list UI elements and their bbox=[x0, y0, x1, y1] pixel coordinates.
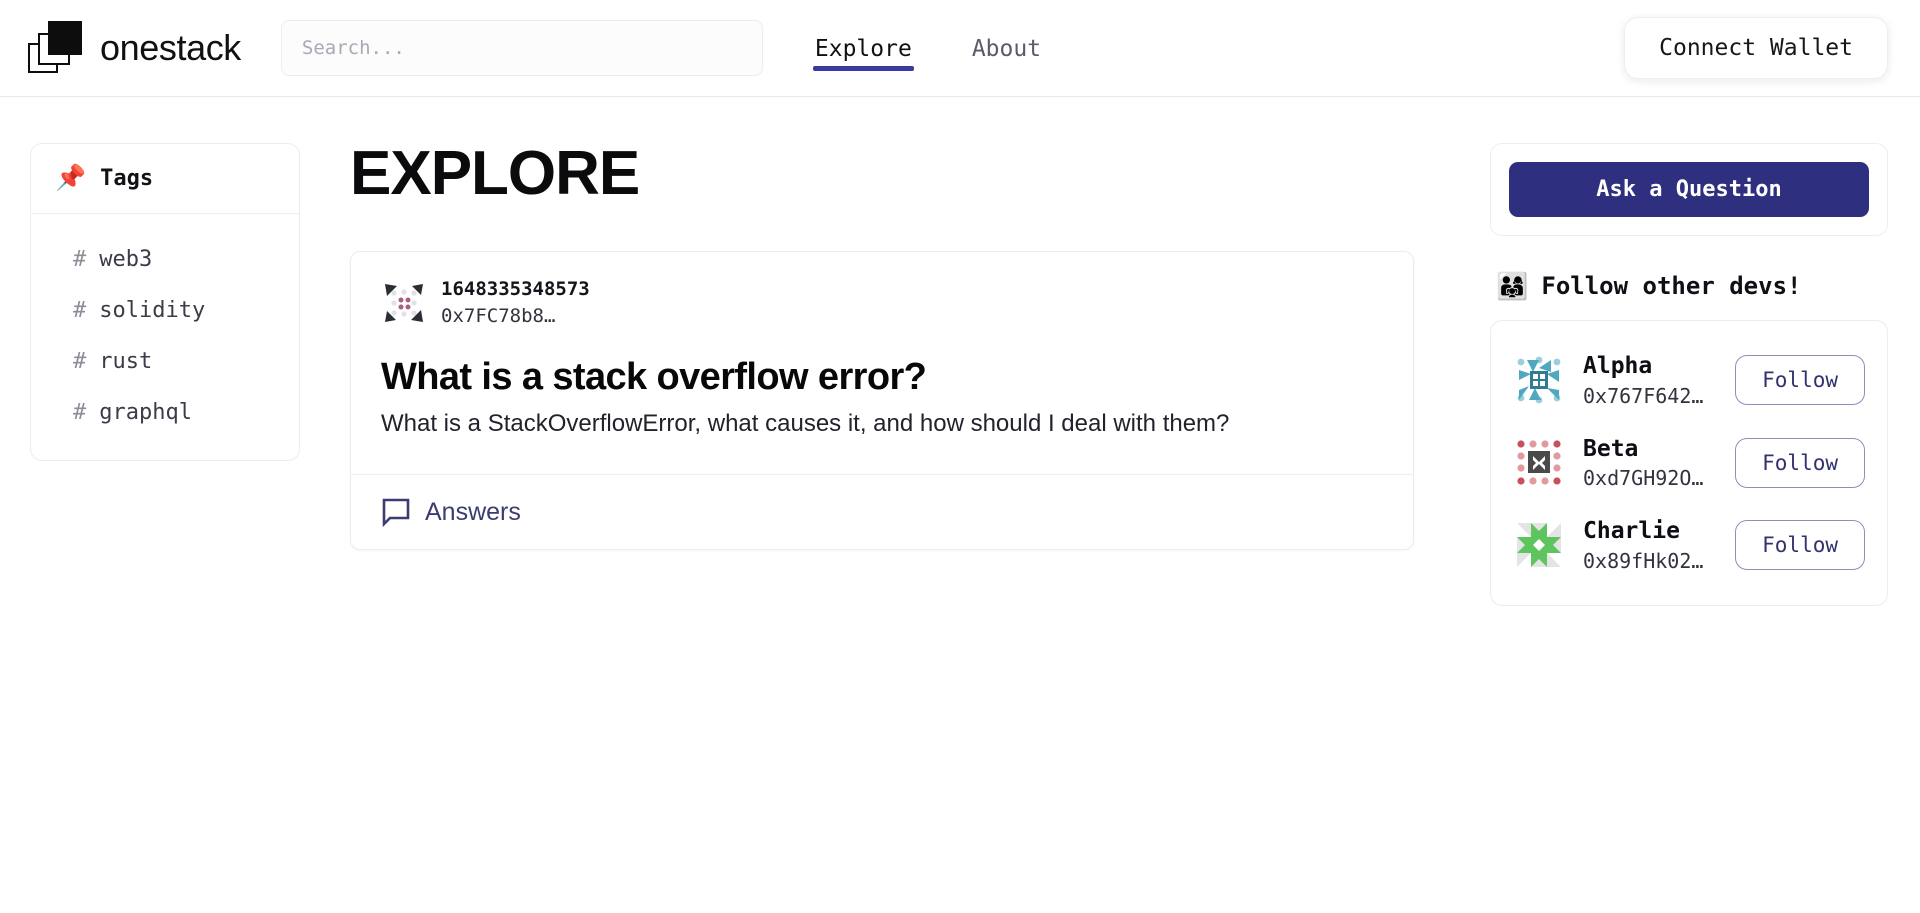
tags-title: Tags bbox=[100, 166, 154, 191]
answers-label: Answers bbox=[425, 497, 521, 526]
main-content: EXPLORE 1648335348573 0x7FC78b8… What is… bbox=[300, 139, 1490, 551]
ask-question-button[interactable]: Ask a Question bbox=[1509, 162, 1869, 217]
hash-icon: # bbox=[73, 349, 87, 374]
question-excerpt: What is a StackOverflowError, what cause… bbox=[381, 410, 1230, 438]
dev-meta: Beta 0xd7GH92O… bbox=[1583, 436, 1717, 491]
list-item: Charlie 0x89fHk02… Follow bbox=[1513, 504, 1865, 587]
identicon-avatar bbox=[381, 280, 427, 327]
brand-name: onestack bbox=[100, 27, 241, 68]
answers-link[interactable]: Answers bbox=[381, 497, 521, 528]
speech-bubble-icon bbox=[382, 499, 410, 528]
question-author: 1648335348573 0x7FC78b8… bbox=[381, 278, 1383, 329]
identicon-avatar-teal bbox=[1513, 354, 1565, 407]
tag-item-solidity[interactable]: # solidity bbox=[31, 285, 299, 336]
dev-meta: Charlie 0x89fHk02… bbox=[1583, 518, 1717, 573]
tags-card: 📌 Tags # web3 # solidity # rust # graphq… bbox=[30, 143, 300, 461]
dev-address: 0xd7GH92O… bbox=[1583, 466, 1704, 491]
left-sidebar: 📌 Tags # web3 # solidity # rust # graphq… bbox=[0, 143, 300, 461]
follow-devs-header: 👨‍👩‍👧 Follow other devs! bbox=[1490, 272, 1888, 300]
nav-item-explore[interactable]: Explore bbox=[812, 12, 914, 85]
nav-item-about[interactable]: About bbox=[970, 12, 1043, 85]
tag-item-web3[interactable]: # web3 bbox=[31, 234, 299, 285]
question-author-meta: 1648335348573 0x7FC78b8… bbox=[441, 278, 590, 329]
tag-item-rust[interactable]: # rust bbox=[31, 336, 299, 387]
ask-question-card: Ask a Question bbox=[1490, 143, 1888, 236]
tag-label: web3 bbox=[99, 247, 153, 272]
tags-header: 📌 Tags bbox=[31, 144, 299, 214]
pushpin-icon: 📌 bbox=[55, 164, 87, 192]
connect-wallet-button[interactable]: Connect Wallet bbox=[1624, 17, 1888, 79]
family-icon: 👨‍👩‍👧 bbox=[1496, 271, 1529, 301]
app-header: onestack Explore About Connect Wallet bbox=[0, 0, 1920, 97]
dev-name: Alpha bbox=[1583, 353, 1653, 379]
tag-label: graphql bbox=[99, 400, 192, 425]
tag-item-graphql[interactable]: # graphql bbox=[31, 387, 299, 438]
brand[interactable]: onestack bbox=[28, 19, 241, 77]
stacked-squares-logo-icon bbox=[28, 19, 86, 77]
logo-square-front bbox=[48, 21, 82, 55]
dev-address: 0x89fHk02… bbox=[1583, 548, 1704, 573]
question-author-id: 1648335348573 bbox=[441, 278, 590, 300]
question-card-body: 1648335348573 0x7FC78b8… What is a stack… bbox=[351, 252, 1413, 474]
dev-name: Beta bbox=[1583, 435, 1639, 462]
hash-icon: # bbox=[73, 247, 87, 272]
right-sidebar: Ask a Question 👨‍👩‍👧 Follow other devs! bbox=[1490, 143, 1920, 606]
search-container bbox=[280, 20, 763, 76]
follow-button-alpha[interactable]: Follow bbox=[1735, 355, 1865, 406]
page-body: 📌 Tags # web3 # solidity # rust # graphq… bbox=[0, 97, 1920, 606]
follow-devs-title: Follow other devs! bbox=[1541, 272, 1802, 300]
hash-icon: # bbox=[73, 400, 87, 425]
list-item: Beta 0xd7GH92O… Follow bbox=[1513, 422, 1865, 505]
identicon-avatar-green bbox=[1513, 519, 1565, 572]
follow-button-beta[interactable]: Follow bbox=[1735, 437, 1865, 488]
hash-icon: # bbox=[73, 298, 87, 323]
main-nav: Explore About bbox=[812, 0, 1043, 96]
follow-button-charlie[interactable]: Follow bbox=[1735, 520, 1865, 571]
dev-name: Charlie bbox=[1583, 518, 1680, 545]
tag-label: rust bbox=[99, 349, 153, 374]
question-card[interactable]: 1648335348573 0x7FC78b8… What is a stack… bbox=[350, 251, 1414, 551]
search-input[interactable] bbox=[280, 20, 763, 76]
identicon-avatar-red bbox=[1513, 436, 1565, 489]
dev-address: 0x767F642… bbox=[1583, 383, 1704, 408]
question-card-footer: Answers bbox=[351, 474, 1413, 549]
tags-list: # web3 # solidity # rust # graphql bbox=[31, 214, 299, 460]
question-title[interactable]: What is a stack overflow error? bbox=[381, 355, 1383, 401]
question-author-address: 0x7FC78b8… bbox=[441, 304, 556, 327]
follow-devs-card: Alpha 0x767F642… Follow Beta 0xd7GH92O… … bbox=[1490, 320, 1888, 606]
page-title: EXPLORE bbox=[350, 139, 640, 208]
tag-label: solidity bbox=[99, 298, 206, 323]
list-item: Alpha 0x767F642… Follow bbox=[1513, 339, 1865, 422]
dev-meta: Alpha 0x767F642… bbox=[1583, 353, 1717, 408]
